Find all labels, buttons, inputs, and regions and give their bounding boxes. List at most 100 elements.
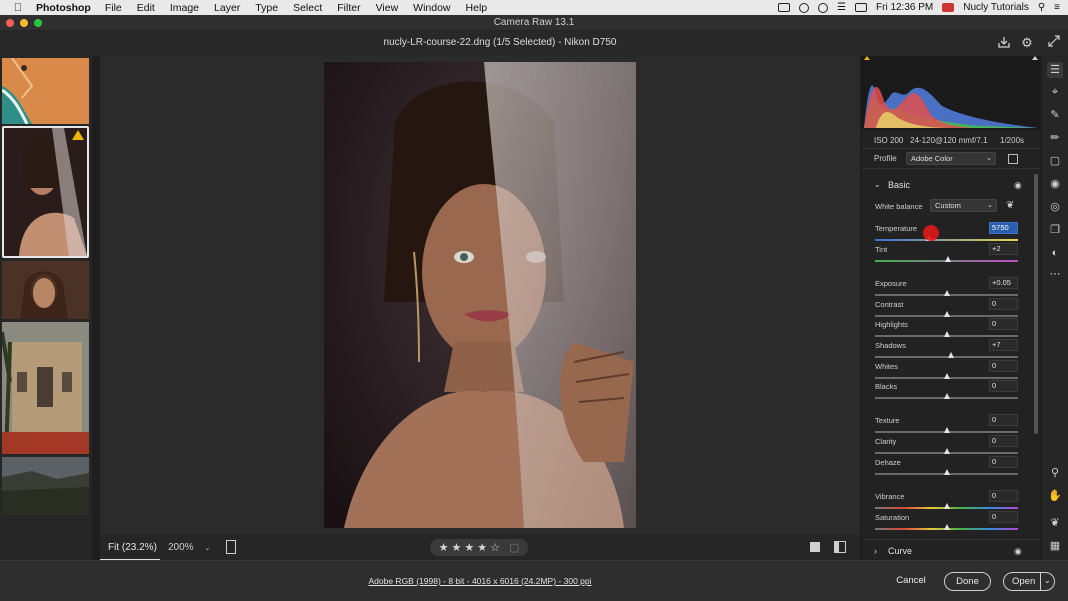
- wifi-icon[interactable]: ☰: [837, 2, 846, 13]
- photo-preview[interactable]: [324, 62, 636, 528]
- screen-record-icon[interactable]: [778, 3, 791, 12]
- menu-view[interactable]: View: [376, 2, 399, 14]
- eyedropper-icon[interactable]: ❦: [1006, 200, 1014, 211]
- shadows-slider-track[interactable]: [875, 356, 1018, 358]
- dehaze-value-field[interactable]: 0: [989, 456, 1018, 468]
- linear-gradient-icon[interactable]: ▢: [1047, 153, 1063, 169]
- filmstrip-thumbnail-selected[interactable]: [2, 126, 89, 258]
- healing-icon[interactable]: ✎: [1047, 107, 1063, 123]
- cancel-button[interactable]: Cancel: [888, 572, 934, 591]
- visibility-eye-icon[interactable]: ◉: [1014, 180, 1022, 191]
- clarity-slider-handle[interactable]: [943, 448, 950, 454]
- menu-file[interactable]: File: [105, 2, 122, 14]
- crop-icon[interactable]: ⌖: [1047, 84, 1063, 100]
- fullscreen-icon[interactable]: [1046, 35, 1062, 51]
- creative-cloud-icon[interactable]: [818, 2, 829, 13]
- radial-gradient-icon[interactable]: ◉: [1047, 176, 1063, 192]
- basic-section-header[interactable]: ⌄ Basic ◉: [862, 176, 1040, 196]
- visibility-eye-icon[interactable]: ◉: [1014, 546, 1022, 557]
- dehaze-slider-handle[interactable]: [943, 469, 950, 475]
- filmstrip-thumbnail[interactable]: [2, 261, 89, 319]
- settings-gear-icon[interactable]: ⚙: [1019, 35, 1035, 51]
- presets-icon[interactable]: ◐: [1047, 245, 1063, 261]
- shadows-value-field[interactable]: +7: [989, 339, 1018, 351]
- more-options-icon[interactable]: ⋯: [1047, 266, 1063, 282]
- vibrance-slider-handle[interactable]: [943, 503, 950, 509]
- exposure-slider-handle[interactable]: [943, 290, 950, 296]
- contrast-value-field[interactable]: 0: [989, 298, 1018, 310]
- dropbox-icon[interactable]: [799, 2, 810, 13]
- menu-help[interactable]: Help: [466, 2, 488, 14]
- temperature-value-field[interactable]: 5750: [989, 222, 1018, 234]
- profile-browser-icon[interactable]: [1008, 154, 1018, 164]
- menu-type[interactable]: Type: [255, 2, 278, 14]
- filmstrip-thumbnail[interactable]: [0, 322, 89, 455]
- grid-overlay-icon[interactable]: ▦: [1047, 538, 1063, 554]
- workflow-options-link[interactable]: Adobe RGB (1998) - 8 bit - 4016 x 6016 (…: [0, 576, 960, 586]
- filmstrip-thumbnail[interactable]: [1, 57, 89, 125]
- delete-icon[interactable]: ▢: [509, 541, 519, 554]
- menu-image[interactable]: Image: [170, 2, 199, 14]
- spotlight-search-icon[interactable]: ⚲: [1038, 2, 1045, 13]
- star-icon[interactable]: ★: [464, 541, 474, 554]
- blacks-value-field[interactable]: 0: [989, 380, 1018, 392]
- brush-icon[interactable]: ✏: [1047, 130, 1063, 146]
- minimize-window-button[interactable]: [20, 19, 28, 27]
- temperature-slider-track[interactable]: [875, 239, 1018, 241]
- profile-dropdown[interactable]: Adobe Color ⌄: [906, 152, 996, 165]
- single-view-icon[interactable]: [810, 542, 820, 552]
- menubar-user[interactable]: Nucly Tutorials: [963, 2, 1029, 13]
- star-outline-icon[interactable]: ☆: [490, 541, 500, 554]
- highlights-value-field[interactable]: 0: [989, 318, 1018, 330]
- chevron-down-icon[interactable]: ⌄: [1044, 572, 1051, 589]
- apple-menu-icon[interactable]: : [0, 2, 36, 14]
- menu-filter[interactable]: Filter: [337, 2, 360, 14]
- save-image-icon[interactable]: [996, 35, 1012, 51]
- tint-value-field[interactable]: +2: [989, 243, 1018, 255]
- filmstrip-thumbnail[interactable]: [2, 457, 89, 515]
- vibrance-value-field[interactable]: 0: [989, 490, 1018, 502]
- curve-section-header[interactable]: › Curve ◉: [862, 542, 1040, 562]
- zoom-tool-icon[interactable]: ⚲: [1047, 465, 1063, 481]
- zoom-window-button[interactable]: [34, 19, 42, 27]
- whites-slider-handle[interactable]: [943, 373, 950, 379]
- star-icon[interactable]: ★: [451, 541, 461, 554]
- done-button[interactable]: Done: [944, 572, 991, 591]
- white-balance-dropdown[interactable]: Custom ⌄: [930, 199, 997, 212]
- shadows-slider-handle[interactable]: [947, 352, 954, 358]
- color-sampler-icon[interactable]: ❦: [1047, 515, 1063, 531]
- saturation-value-field[interactable]: 0: [989, 511, 1018, 523]
- close-window-button[interactable]: [6, 19, 14, 27]
- whites-value-field[interactable]: 0: [989, 360, 1018, 372]
- image-canvas[interactable]: [100, 56, 860, 534]
- contrast-slider-handle[interactable]: [943, 311, 950, 317]
- toggle-filmstrip-icon[interactable]: [226, 540, 236, 554]
- saturation-slider-handle[interactable]: [943, 524, 950, 530]
- panel-scrollbar[interactable]: [1034, 174, 1038, 434]
- exposure-value-field[interactable]: +0.05: [989, 277, 1018, 289]
- clarity-value-field[interactable]: 0: [989, 435, 1018, 447]
- menu-window[interactable]: Window: [413, 2, 450, 14]
- star-icon[interactable]: ★: [477, 541, 487, 554]
- hand-tool-icon[interactable]: ✋: [1047, 488, 1063, 504]
- texture-value-field[interactable]: 0: [989, 414, 1018, 426]
- battery-icon[interactable]: [855, 3, 867, 12]
- open-button[interactable]: Open ⌄: [1003, 572, 1055, 591]
- app-menu[interactable]: Photoshop: [36, 2, 91, 14]
- before-after-view-icon[interactable]: [834, 541, 846, 553]
- menu-edit[interactable]: Edit: [137, 2, 155, 14]
- menu-layer[interactable]: Layer: [214, 2, 240, 14]
- blacks-slider-handle[interactable]: [943, 393, 950, 399]
- menubar-clock[interactable]: Fri 12:36 PM: [876, 2, 933, 13]
- highlights-slider-handle[interactable]: [943, 331, 950, 337]
- tint-slider-handle[interactable]: [944, 256, 951, 262]
- zoom-level-dropdown[interactable]: 200% ⌄: [168, 542, 210, 553]
- texture-slider-handle[interactable]: [943, 427, 950, 433]
- edit-sliders-icon[interactable]: ☰: [1047, 62, 1063, 78]
- star-rating[interactable]: ★ ★ ★ ★ ☆ ▢: [430, 539, 528, 556]
- snapshots-icon[interactable]: ❐: [1047, 222, 1063, 238]
- fit-zoom-button[interactable]: Fit (23.2%): [108, 542, 157, 553]
- control-center-icon[interactable]: ≡: [1054, 2, 1060, 13]
- star-icon[interactable]: ★: [439, 541, 449, 554]
- red-eye-icon[interactable]: ◎: [1047, 199, 1063, 215]
